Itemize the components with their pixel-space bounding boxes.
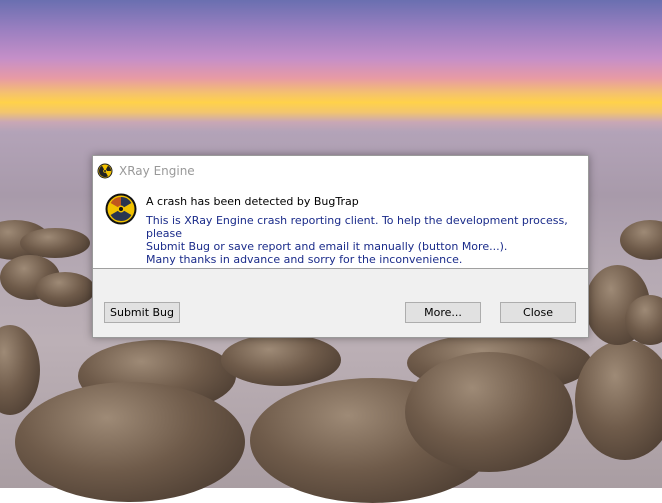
rock bbox=[20, 228, 90, 258]
rock bbox=[0, 325, 40, 415]
rock bbox=[620, 220, 662, 260]
message-line: Many thanks in advance and sorry for the… bbox=[146, 253, 463, 266]
close-button[interactable]: Close bbox=[500, 302, 576, 323]
rock bbox=[575, 340, 662, 460]
window-title: XRay Engine bbox=[119, 164, 195, 178]
more-button[interactable]: More... bbox=[405, 302, 481, 323]
radiation-icon bbox=[97, 163, 113, 179]
rock bbox=[405, 352, 573, 472]
crash-message: This is XRay Engine crash reporting clie… bbox=[146, 214, 576, 266]
submit-bug-button[interactable]: Submit Bug bbox=[104, 302, 180, 323]
rock bbox=[35, 272, 95, 307]
crash-heading: A crash has been detected by BugTrap bbox=[146, 195, 359, 208]
message-line: This is XRay Engine crash reporting clie… bbox=[146, 214, 568, 240]
rock bbox=[15, 382, 245, 502]
crash-dialog: XRay Engine A crash has been detected by… bbox=[92, 155, 589, 338]
radiation-icon bbox=[105, 193, 137, 225]
title-bar[interactable]: XRay Engine bbox=[93, 156, 588, 186]
rock bbox=[221, 334, 341, 386]
message-line: Submit Bug or save report and email it m… bbox=[146, 240, 508, 253]
dialog-content: A crash has been detected by BugTrap Thi… bbox=[93, 186, 588, 269]
